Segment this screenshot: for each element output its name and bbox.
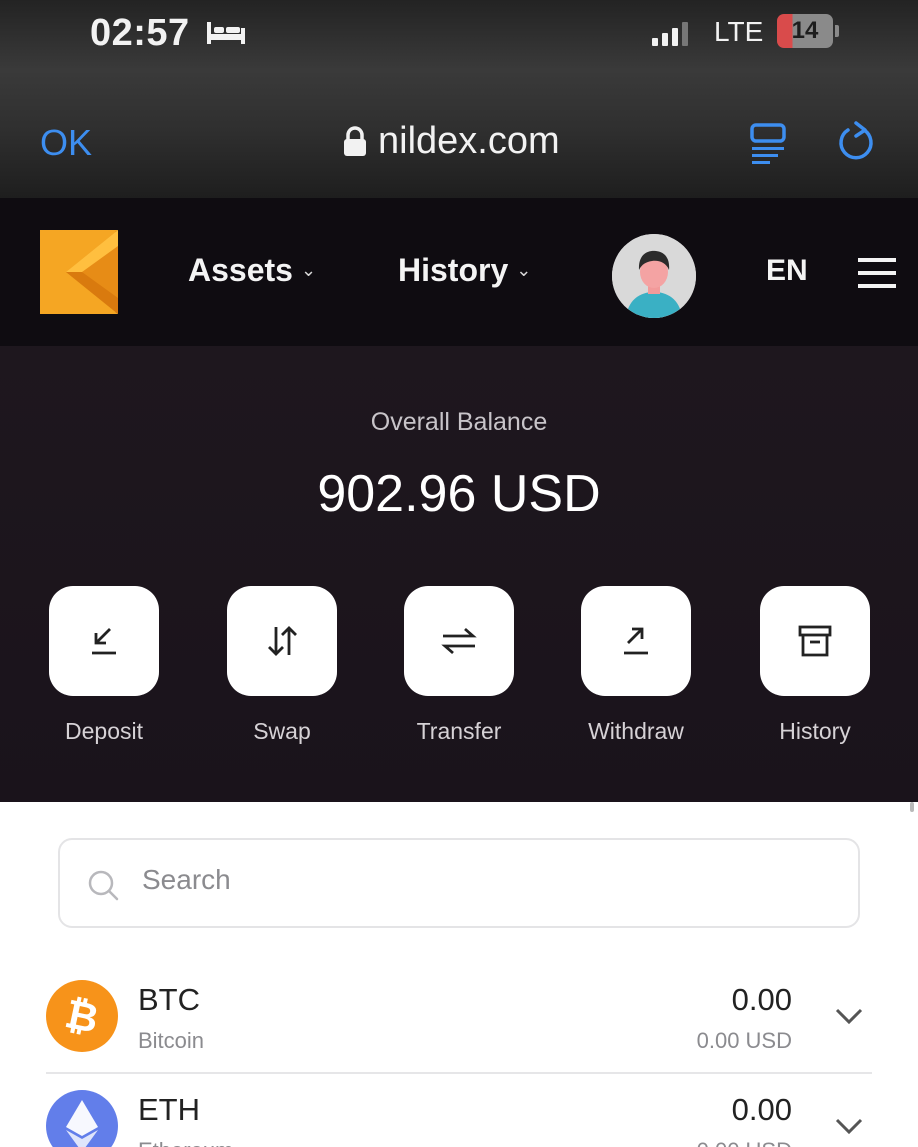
swap-action[interactable]: Swap xyxy=(212,586,352,745)
deposit-button[interactable] xyxy=(49,586,159,696)
transfer-button[interactable] xyxy=(404,586,514,696)
asset-amount: 0.00 xyxy=(731,1092,792,1127)
chevron-down-icon: ⌄ xyxy=(300,260,317,280)
transfer-label: Transfer xyxy=(416,718,502,744)
search-box[interactable] xyxy=(58,838,860,928)
asset-name: Ethereum xyxy=(138,1138,233,1147)
balance-label: Overall Balance xyxy=(370,408,548,436)
asset-usd-value: 0.00 USD xyxy=(697,1138,792,1147)
language-selector[interactable]: EN xyxy=(766,254,808,288)
transfer-icon xyxy=(441,627,477,655)
deposit-label: Deposit xyxy=(65,718,143,744)
asset-symbol: ETH xyxy=(138,1092,200,1127)
search-icon xyxy=(88,870,119,901)
ethereum-icon xyxy=(46,1090,118,1147)
network-type: LTE xyxy=(714,16,764,47)
scrollbar[interactable] xyxy=(910,802,914,812)
transfer-action[interactable]: Transfer xyxy=(389,586,529,745)
deposit-action[interactable]: Deposit xyxy=(34,586,174,745)
asset-name: Bitcoin xyxy=(138,1028,205,1053)
history-action[interactable]: History xyxy=(745,586,885,745)
balance-value: 902.96 USD xyxy=(317,465,601,523)
user-avatar-icon xyxy=(612,234,696,318)
withdraw-icon xyxy=(624,627,648,655)
swap-label: Swap xyxy=(253,718,311,744)
browser-chrome: 02:57 LTE 14 OK nildex.com xyxy=(0,0,918,198)
deposit-icon xyxy=(92,628,116,655)
chevron-down-icon[interactable] xyxy=(834,1116,864,1136)
reader-view-icon[interactable] xyxy=(748,122,788,166)
balance-panel: Overall Balance 902.96 USD Deposit Swap … xyxy=(0,346,918,802)
done-button[interactable]: OK xyxy=(40,122,92,164)
reload-icon[interactable] xyxy=(834,120,878,164)
withdraw-label: Withdraw xyxy=(588,718,684,744)
url-bar[interactable]: nildex.com xyxy=(378,120,560,163)
hamburger-menu-icon[interactable] xyxy=(858,258,896,288)
site-header: Assets ⌄ History ⌄ EN xyxy=(0,198,918,346)
history-label: History xyxy=(779,718,851,744)
nildex-logo-icon[interactable] xyxy=(36,226,122,318)
search-input[interactable] xyxy=(142,864,832,896)
nav-assets-dropdown[interactable]: Assets ⌄ xyxy=(188,252,316,289)
archive-icon xyxy=(798,625,832,657)
status-time: 02:57 xyxy=(90,12,190,54)
chevron-down-icon[interactable] xyxy=(834,1006,864,1026)
bitcoin-icon: ₿ xyxy=(46,980,118,1052)
asset-row-btc[interactable]: ₿ BTC Bitcoin 0.00 0.00 USD xyxy=(46,972,872,1074)
history-button[interactable] xyxy=(760,586,870,696)
asset-symbol: BTC xyxy=(138,982,200,1017)
chevron-down-icon: ⌄ xyxy=(516,260,532,280)
asset-usd-value: 0.00 USD xyxy=(696,1028,792,1053)
nav-history-label: History xyxy=(398,252,509,288)
asset-row-eth[interactable]: ETH Ethereum 0.00 0.00 USD xyxy=(46,1082,872,1147)
swap-button[interactable] xyxy=(227,586,337,696)
avatar[interactable] xyxy=(612,234,696,318)
asset-amount: 0.00 xyxy=(731,982,792,1017)
withdraw-action[interactable]: Withdraw xyxy=(566,586,706,745)
lock-icon xyxy=(344,126,366,156)
withdraw-button[interactable] xyxy=(581,586,691,696)
nav-history-dropdown[interactable]: History ⌄ xyxy=(398,252,531,289)
nav-assets-label: Assets xyxy=(188,252,293,288)
swap-icon xyxy=(268,626,297,656)
sleep-focus-icon xyxy=(207,22,245,44)
cellular-signal-icon xyxy=(652,22,688,46)
battery-icon: 14 xyxy=(777,14,839,48)
